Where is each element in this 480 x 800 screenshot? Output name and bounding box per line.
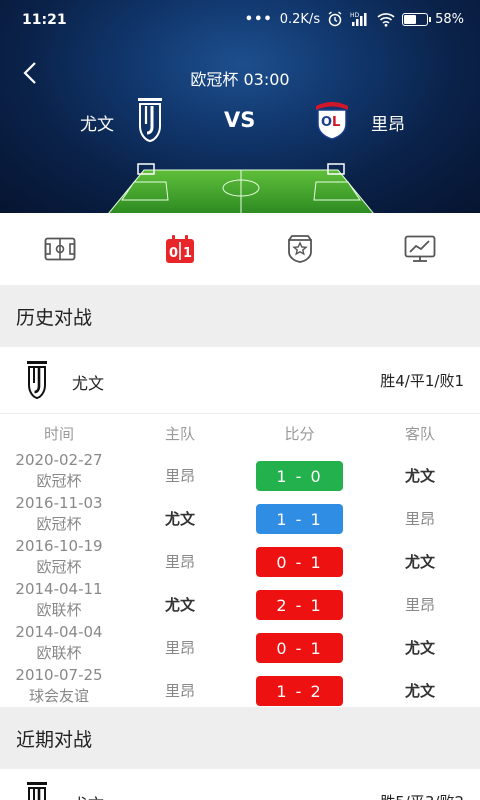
juventus-logo-icon bbox=[27, 782, 47, 800]
away-team-cell: 里昂 bbox=[404, 510, 435, 528]
home-team-cell: 里昂 bbox=[164, 682, 195, 700]
table-row[interactable]: 2014-04-11 欧联杯 尤文 2 - 1 里昂 bbox=[0, 580, 480, 627]
competition-name: 欧冠杯 bbox=[36, 515, 82, 533]
score-badge: 1 - 2 bbox=[256, 676, 343, 706]
team-record: 胜5/平3/败2 bbox=[380, 791, 464, 800]
match-header: 11:21 ••• 0.2K/s HD 58% 欧冠杯 03:00 尤文 VS … bbox=[0, 0, 480, 213]
pitch-illustration bbox=[108, 163, 374, 213]
tab-bar: 01 bbox=[0, 213, 480, 285]
match-date: 2014-04-11 bbox=[15, 580, 103, 598]
svg-text:L: L bbox=[332, 115, 340, 130]
column-header-time: 时间 bbox=[43, 425, 74, 443]
alarm-icon bbox=[328, 11, 342, 27]
away-team-cell: 尤文 bbox=[404, 639, 435, 657]
away-team-name: 里昂 bbox=[371, 115, 405, 135]
badge-star-icon bbox=[288, 235, 312, 263]
away-team-cell: 里昂 bbox=[404, 596, 435, 614]
home-team-cell: 尤文 bbox=[164, 596, 195, 614]
history-team-row: 尤文 胜4/平1/败1 bbox=[0, 348, 480, 414]
tab-score[interactable]: 01 bbox=[120, 213, 240, 285]
competition-name: 欧联杯 bbox=[36, 601, 82, 619]
svg-text:1: 1 bbox=[183, 246, 192, 261]
column-header-score: 比分 bbox=[284, 425, 315, 443]
away-team-cell: 尤文 bbox=[404, 467, 435, 485]
svg-text:O: O bbox=[321, 115, 332, 130]
recent-section-title: 近期对战 bbox=[0, 707, 480, 769]
status-time: 11:21 bbox=[22, 12, 67, 28]
vs-label: VS bbox=[224, 108, 256, 132]
match-date-cell: 2020-02-27 欧冠杯 bbox=[0, 450, 118, 492]
match-date: 2010-07-25 bbox=[15, 666, 103, 684]
tab-lineup[interactable] bbox=[0, 213, 120, 285]
away-team-cell: 尤文 bbox=[404, 682, 435, 700]
history-table: 时间 主队 比分 客队 2020-02-27 欧冠杯 里昂 1 - 0 尤文 2016-1… bbox=[0, 415, 480, 707]
home-team-cell: 里昂 bbox=[164, 553, 195, 571]
trend-chart-icon bbox=[404, 235, 436, 262]
recent-team-row: 尤文 胜5/平3/败2 bbox=[0, 769, 480, 800]
scoreboard-icon: 01 bbox=[166, 235, 194, 263]
away-team-cell: 尤文 bbox=[404, 553, 435, 571]
match-date: 2016-10-19 bbox=[15, 537, 103, 555]
home-team-cell: 尤文 bbox=[164, 510, 195, 528]
network-speed: 0.2K/s bbox=[279, 11, 321, 27]
tab-honors[interactable] bbox=[240, 213, 360, 285]
score-badge: 0 - 1 bbox=[256, 633, 343, 663]
table-row[interactable]: 2016-10-19 欧冠杯 里昂 0 - 1 尤文 bbox=[0, 537, 480, 584]
juventus-logo-icon bbox=[27, 361, 47, 400]
match-date: 2016-11-03 bbox=[15, 494, 103, 512]
tab-stats[interactable] bbox=[360, 213, 480, 285]
match-date: 2014-04-04 bbox=[15, 623, 103, 641]
hd-label: HD bbox=[350, 12, 360, 19]
score-badge: 2 - 1 bbox=[256, 590, 343, 620]
pitch-icon bbox=[44, 237, 76, 261]
match-title: 欧冠杯 03:00 bbox=[190, 70, 290, 89]
battery-icon bbox=[402, 12, 432, 26]
team-name: 尤文 bbox=[72, 374, 105, 393]
competition-name: 欧联杯 bbox=[36, 644, 82, 662]
score-badge: 1 - 1 bbox=[256, 504, 343, 534]
home-team-name: 尤文 bbox=[80, 115, 114, 135]
wifi-icon bbox=[377, 12, 395, 27]
team-record: 胜4/平1/败1 bbox=[380, 372, 464, 390]
column-header-home: 主队 bbox=[164, 425, 195, 443]
juventus-logo-icon bbox=[138, 98, 162, 143]
column-header-away: 客队 bbox=[404, 425, 435, 443]
more-dots-icon: ••• bbox=[244, 11, 273, 27]
score-badge: 0 - 1 bbox=[256, 547, 343, 577]
competition-name: 球会友谊 bbox=[28, 687, 89, 705]
table-row[interactable]: 2014-04-04 欧联杯 里昂 0 - 1 尤文 bbox=[0, 623, 480, 670]
match-date-cell: 2016-11-03 欧冠杯 bbox=[0, 493, 118, 535]
match-date: 2020-02-27 bbox=[15, 451, 103, 469]
match-date-cell: 2014-04-04 欧联杯 bbox=[0, 622, 118, 664]
match-date-cell: 2010-07-25 球会友谊 bbox=[0, 665, 118, 707]
team-name: 尤文 bbox=[72, 791, 104, 800]
svg-text:0: 0 bbox=[169, 246, 178, 261]
score-badge: 1 - 0 bbox=[256, 461, 343, 491]
battery-text: 58% bbox=[435, 11, 464, 27]
match-date-cell: 2016-10-19 欧冠杯 bbox=[0, 536, 118, 578]
competition-name: 欧冠杯 bbox=[36, 472, 82, 490]
history-section-title: 历史对战 bbox=[0, 285, 480, 347]
lyon-logo-icon: O L bbox=[316, 102, 348, 140]
status-icons: ••• 0.2K/s HD 58% bbox=[245, 11, 464, 27]
table-row[interactable]: 2016-11-03 欧冠杯 尤文 1 - 1 里昂 bbox=[0, 494, 480, 541]
match-date-cell: 2014-04-11 欧联杯 bbox=[0, 579, 118, 621]
status-bar: 11:21 ••• 0.2K/s HD 58% bbox=[0, 0, 480, 42]
home-team-cell: 里昂 bbox=[164, 467, 195, 485]
competition-name: 欧冠杯 bbox=[36, 558, 82, 576]
home-team-cell: 里昂 bbox=[164, 639, 195, 657]
battery-level bbox=[404, 14, 416, 24]
table-row[interactable]: 2020-02-27 欧冠杯 里昂 1 - 0 尤文 bbox=[0, 451, 480, 498]
signal-icon: HD bbox=[350, 12, 367, 26]
